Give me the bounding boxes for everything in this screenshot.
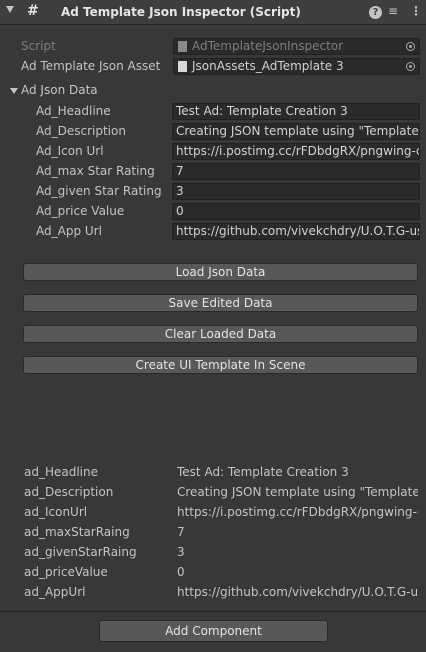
output-label: ad_Description	[24, 485, 114, 499]
menu-icon[interactable]: ⋮	[410, 4, 422, 18]
add-component-button[interactable]: Add Component	[99, 620, 328, 642]
save-edited-button[interactable]: Save Edited Data	[23, 294, 418, 312]
output-value: Test Ad: Template Creation 3	[177, 465, 349, 479]
output-label: ad_AppUrl	[24, 585, 86, 599]
output-value: 3	[177, 545, 185, 559]
field-label: Ad_App Url	[36, 224, 102, 238]
ad-app-url-input[interactable]: https://github.com/vivekchdry/U.O.T.G-us…	[172, 223, 420, 240]
preset-icon[interactable]: ≡	[388, 4, 398, 18]
ad-max-star-rating-input[interactable]: 7	[172, 163, 420, 180]
output-label: ad_maxStarRaing	[24, 525, 130, 539]
field-label: Ad_Headline	[36, 104, 111, 118]
object-picker-icon[interactable]	[406, 62, 415, 71]
script-file-icon	[178, 41, 187, 52]
asset-value: JsonAssets_AdTemplate 3	[192, 59, 344, 73]
object-picker-icon	[406, 42, 415, 51]
output-value: https://i.postimg.cc/rFDbdgRX/pngwing-co…	[177, 505, 418, 519]
output-label: ad_IconUrl	[24, 505, 88, 519]
ad-description-input[interactable]: Creating JSON template using "TemplateCr	[172, 123, 420, 140]
script-label: Script	[21, 39, 56, 53]
section-foldout-icon[interactable]	[10, 88, 18, 94]
help-icon[interactable]: ?	[369, 6, 382, 19]
ad-headline-input[interactable]: Test Ad: Template Creation 3	[172, 103, 420, 120]
output-value: 7	[177, 525, 185, 539]
script-field: AdTemplateJsonInspector	[173, 38, 420, 55]
output-value: 0	[177, 565, 185, 579]
field-label: Ad_max Star Rating	[36, 164, 155, 178]
clear-loaded-button[interactable]: Clear Loaded Data	[23, 325, 418, 343]
component-header[interactable]: # Ad Template Json Inspector (Script) ? …	[0, 0, 426, 25]
field-label: Ad_price Value	[36, 204, 125, 218]
json-asset-field[interactable]: JsonAssets_AdTemplate 3	[173, 58, 420, 75]
output-label: ad_givenStarRaing	[24, 545, 137, 559]
output-label: ad_Headline	[24, 465, 99, 479]
field-label: Ad_Icon Url	[36, 144, 104, 158]
field-label: Ad_Description	[36, 124, 126, 138]
script-value: AdTemplateJsonInspector	[192, 39, 344, 53]
component-title: Ad Template Json Inspector (Script)	[61, 5, 301, 19]
divider	[0, 611, 426, 612]
script-icon: #	[27, 3, 39, 19]
asset-label: Ad Template Json Asset	[21, 59, 161, 73]
section-label[interactable]: Ad Json Data	[21, 83, 98, 97]
output-value: Creating JSON template using "TemplateCr	[177, 485, 418, 499]
output-value: https://github.com/vivekchdry/U.O.T.G-us…	[177, 585, 418, 599]
field-label: Ad_given Star Rating	[36, 184, 162, 198]
foldout-arrow-icon[interactable]	[6, 6, 14, 13]
ad-given-star-rating-input[interactable]: 3	[172, 183, 420, 200]
json-file-icon	[178, 61, 187, 72]
output-label: ad_priceValue	[24, 565, 108, 579]
load-json-button[interactable]: Load Json Data	[23, 263, 418, 281]
ad-price-value-input[interactable]: 0	[172, 203, 420, 220]
ad-icon-url-input[interactable]: https://i.postimg.cc/rFDbdgRX/pngwing-co…	[172, 143, 420, 160]
create-ui-template-button[interactable]: Create UI Template In Scene	[23, 356, 418, 374]
